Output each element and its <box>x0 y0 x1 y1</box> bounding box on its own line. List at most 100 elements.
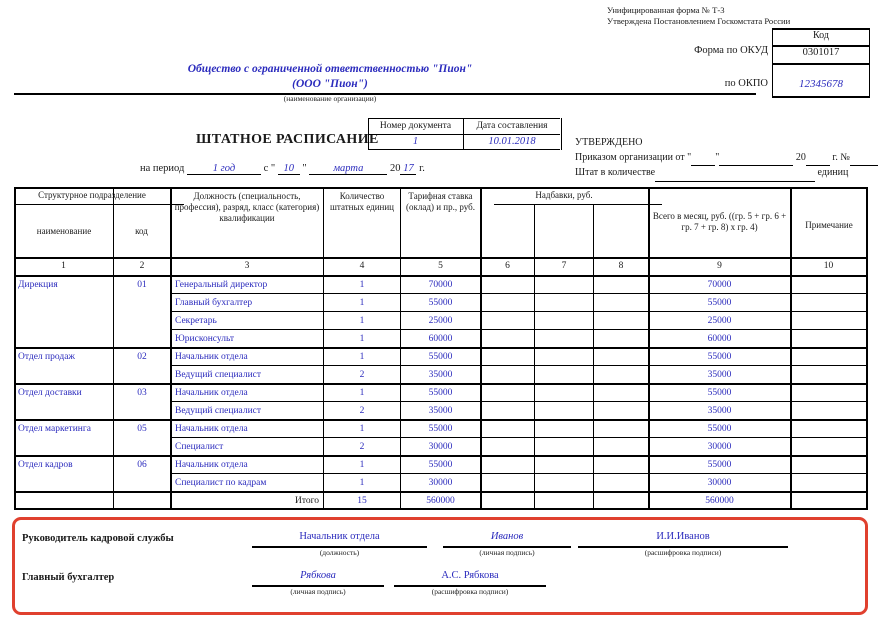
position-note[interactable] <box>791 277 866 293</box>
position-units[interactable]: 1 <box>324 385 400 401</box>
position-bonus-8[interactable] <box>594 439 648 455</box>
position-bonus-8[interactable] <box>594 331 648 347</box>
position-total[interactable]: 30000 <box>649 475 790 491</box>
position-rate[interactable]: 30000 <box>401 475 480 491</box>
position-bonus-6[interactable] <box>481 439 534 455</box>
hr-position-value[interactable]: Начальник отдела <box>252 531 427 542</box>
position-title[interactable]: Юрисконсульт <box>175 331 321 347</box>
position-units[interactable]: 1 <box>324 475 400 491</box>
position-total[interactable]: 30000 <box>649 439 790 455</box>
position-rate[interactable]: 35000 <box>401 403 480 419</box>
position-note[interactable] <box>791 457 866 473</box>
position-note[interactable] <box>791 295 866 311</box>
position-title[interactable]: Ведущий специалист <box>175 367 321 383</box>
position-bonus-8[interactable] <box>594 385 648 401</box>
period-month-value[interactable]: марта <box>309 163 388 175</box>
position-bonus-8[interactable] <box>594 295 648 311</box>
position-total[interactable]: 35000 <box>649 403 790 419</box>
period-year-value[interactable]: 17 <box>400 163 417 175</box>
position-total[interactable]: 55000 <box>649 421 790 437</box>
position-note[interactable] <box>791 475 866 491</box>
position-bonus-7[interactable] <box>535 385 593 401</box>
acc-signature-value[interactable]: Рябкова <box>252 570 384 581</box>
position-bonus-8[interactable] <box>594 457 648 473</box>
department-name[interactable]: Отдел маркетинга <box>18 421 111 437</box>
position-total[interactable]: 25000 <box>649 313 790 329</box>
position-bonus-7[interactable] <box>535 457 593 473</box>
position-units[interactable]: 1 <box>324 295 400 311</box>
position-bonus-6[interactable] <box>481 331 534 347</box>
position-total[interactable]: 60000 <box>649 331 790 347</box>
position-bonus-8[interactable] <box>594 313 648 329</box>
position-bonus-7[interactable] <box>535 403 593 419</box>
position-rate[interactable]: 55000 <box>401 385 480 401</box>
position-bonus-7[interactable] <box>535 439 593 455</box>
department-name[interactable]: Отдел кадров <box>18 457 111 473</box>
position-total[interactable]: 55000 <box>649 385 790 401</box>
position-total[interactable]: 70000 <box>649 277 790 293</box>
position-title[interactable]: Ведущий специалист <box>175 403 321 419</box>
position-rate[interactable]: 25000 <box>401 313 480 329</box>
position-title[interactable]: Генеральный директор <box>175 277 321 293</box>
position-total[interactable]: 55000 <box>649 295 790 311</box>
position-units[interactable]: 2 <box>324 439 400 455</box>
position-bonus-7[interactable] <box>535 475 593 491</box>
position-bonus-8[interactable] <box>594 277 648 293</box>
period-day-value[interactable]: 10 <box>277 163 300 175</box>
position-title[interactable]: Секретарь <box>175 313 321 329</box>
department-name[interactable]: Отдел продаж <box>18 349 111 365</box>
position-bonus-8[interactable] <box>594 349 648 365</box>
position-note[interactable] <box>791 403 866 419</box>
approved-order-number-field[interactable] <box>849 151 878 166</box>
department-name[interactable]: Дирекция <box>18 277 111 293</box>
position-bonus-7[interactable] <box>535 421 593 437</box>
position-rate[interactable]: 35000 <box>401 367 480 383</box>
department-code[interactable]: 01 <box>114 277 170 293</box>
department-code[interactable]: 06 <box>114 457 170 473</box>
position-note[interactable] <box>791 313 866 329</box>
position-bonus-7[interactable] <box>535 367 593 383</box>
approved-staff-count-field[interactable] <box>655 166 816 182</box>
position-units[interactable]: 1 <box>324 313 400 329</box>
position-rate[interactable]: 55000 <box>401 349 480 365</box>
position-units[interactable]: 1 <box>324 457 400 473</box>
department-code[interactable]: 05 <box>114 421 170 437</box>
position-note[interactable] <box>791 331 866 347</box>
doc-date-value[interactable]: 10.01.2018 <box>464 135 560 149</box>
position-units[interactable]: 1 <box>324 349 400 365</box>
hr-signature-value[interactable]: Иванов <box>443 531 571 542</box>
approved-order-year-field[interactable] <box>805 151 830 166</box>
position-bonus-6[interactable] <box>481 421 534 437</box>
position-rate[interactable]: 55000 <box>401 295 480 311</box>
position-bonus-7[interactable] <box>535 277 593 293</box>
position-title[interactable]: Начальник отдела <box>175 349 321 365</box>
position-total[interactable]: 35000 <box>649 367 790 383</box>
position-units[interactable]: 2 <box>324 367 400 383</box>
position-bonus-6[interactable] <box>481 403 534 419</box>
position-rate[interactable]: 30000 <box>401 439 480 455</box>
department-code[interactable]: 02 <box>114 349 170 365</box>
position-bonus-6[interactable] <box>481 277 534 293</box>
department-code[interactable]: 03 <box>114 385 170 401</box>
position-bonus-6[interactable] <box>481 313 534 329</box>
position-rate[interactable]: 60000 <box>401 331 480 347</box>
position-note[interactable] <box>791 385 866 401</box>
position-note[interactable] <box>791 421 866 437</box>
position-rate[interactable]: 55000 <box>401 457 480 473</box>
position-title[interactable]: Начальник отдела <box>175 421 321 437</box>
approved-order-month-field[interactable] <box>719 151 794 166</box>
acc-name-value[interactable]: А.С. Рябкова <box>394 570 546 581</box>
position-bonus-8[interactable] <box>594 367 648 383</box>
position-title[interactable]: Специалист по кадрам <box>175 475 321 491</box>
position-units[interactable]: 2 <box>324 403 400 419</box>
position-units[interactable]: 1 <box>324 331 400 347</box>
position-bonus-6[interactable] <box>481 475 534 491</box>
position-rate[interactable]: 55000 <box>401 421 480 437</box>
position-note[interactable] <box>791 367 866 383</box>
position-units[interactable]: 1 <box>324 277 400 293</box>
hr-name-value[interactable]: И.И.Иванов <box>578 531 788 542</box>
position-total[interactable]: 55000 <box>649 349 790 365</box>
position-bonus-6[interactable] <box>481 385 534 401</box>
approved-order-day-field[interactable] <box>691 151 716 166</box>
position-note[interactable] <box>791 439 866 455</box>
